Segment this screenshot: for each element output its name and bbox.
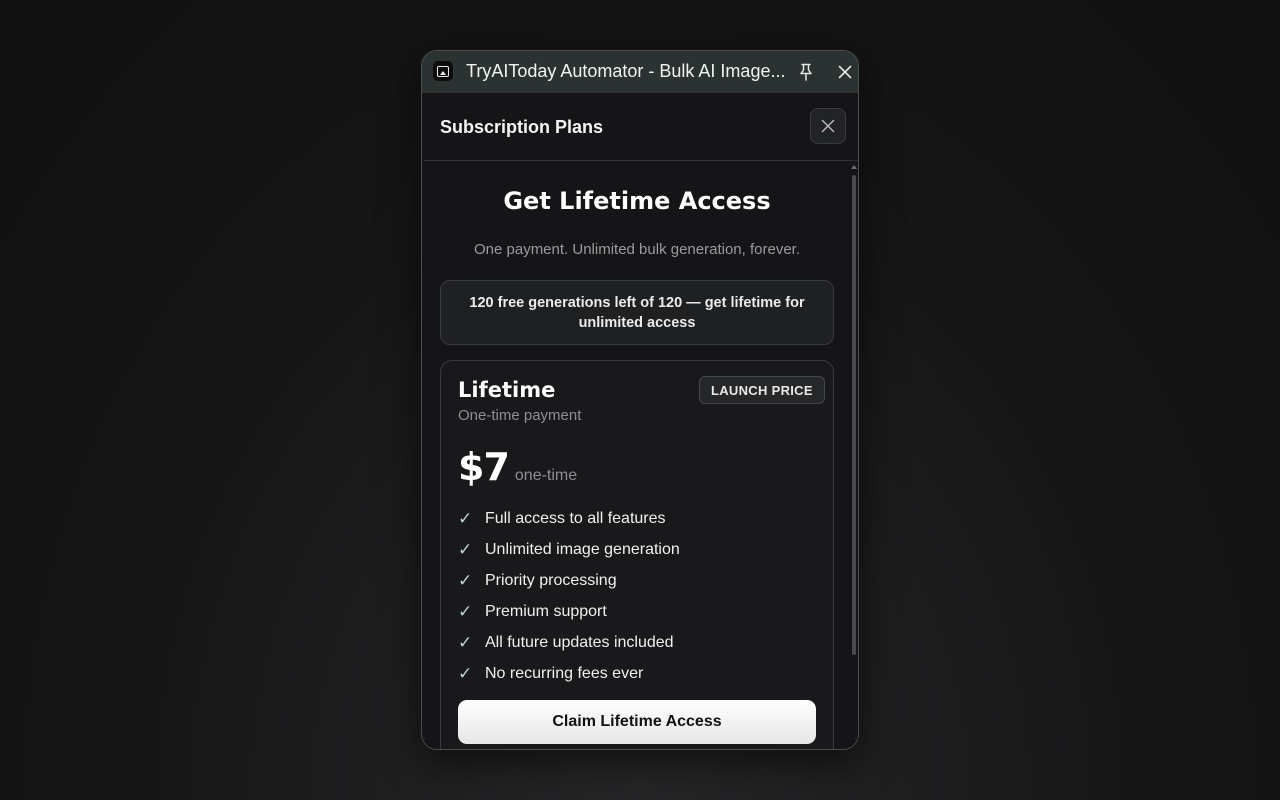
hero-title: Get Lifetime Access: [503, 187, 771, 215]
check-icon: ✓: [458, 663, 473, 684]
panel-title: Subscription Plans: [440, 117, 604, 137]
plan-description: One-time payment: [458, 407, 582, 424]
feature-text: Full access to all features: [485, 509, 666, 527]
claim-lifetime-button[interactable]: Claim Lifetime Access: [458, 700, 816, 744]
subscription-panel: Subscription Plans Get Lifetime Access O…: [424, 93, 858, 749]
feature-item: ✓ No recurring fees ever: [458, 658, 680, 689]
check-icon: ✓: [458, 508, 473, 529]
feature-item: ✓ Unlimited image generation: [458, 534, 680, 565]
feature-item: ✓ Full access to all features: [458, 503, 680, 534]
scrollbar[interactable]: [850, 165, 858, 749]
feature-text: Priority processing: [485, 571, 617, 589]
launch-price-badge: LAUNCH PRICE: [699, 376, 825, 404]
window-title: TryAIToday Automator - Bulk AI Image...: [466, 61, 786, 81]
close-icon: [838, 65, 852, 79]
free-generations-banner: 120 free generations left of 120 — get l…: [440, 280, 834, 345]
feature-text: Unlimited image generation: [485, 540, 680, 558]
price-row: $7 one-time: [458, 445, 577, 489]
price-unit: one-time: [514, 467, 578, 484]
lifetime-plan-card: Lifetime One-time payment LAUNCH PRICE $…: [440, 360, 834, 749]
plans-scroll-area[interactable]: Get Lifetime Access One payment. Unlimit…: [424, 161, 850, 749]
plan-price: $7: [458, 445, 510, 489]
panel-header: Subscription Plans: [424, 93, 858, 161]
check-icon: ✓: [458, 570, 473, 591]
feature-item: ✓ All future updates included: [458, 627, 680, 658]
scrollbar-thumb[interactable]: [852, 175, 856, 655]
scroll-up-arrow-icon[interactable]: [851, 165, 857, 169]
pin-icon: [800, 63, 812, 81]
close-icon: [821, 119, 835, 133]
feature-text: All future updates included: [485, 633, 674, 651]
feature-text: Premium support: [485, 602, 607, 620]
dialog-close-button[interactable]: [810, 108, 846, 144]
feature-text: No recurring fees ever: [485, 664, 644, 682]
check-icon: ✓: [458, 539, 473, 560]
check-icon: ✓: [458, 601, 473, 622]
plan-name: Lifetime: [458, 378, 556, 402]
window-close-button[interactable]: [832, 59, 858, 85]
feature-item: ✓ Priority processing: [458, 565, 680, 596]
feature-list: ✓ Full access to all features ✓ Unlimited …: [458, 503, 680, 689]
extension-window: TryAIToday Automator - Bulk AI Image... …: [421, 50, 859, 750]
feature-item: ✓ Premium support: [458, 596, 680, 627]
window-titlebar: TryAIToday Automator - Bulk AI Image...: [422, 51, 858, 93]
free-generations-text: 120 free generations left of 120 — get l…: [469, 294, 805, 331]
check-icon: ✓: [458, 632, 473, 653]
pin-button[interactable]: [793, 59, 819, 85]
hero-subtitle: One payment. Unlimited bulk generation, …: [473, 241, 800, 258]
app-image-icon: [433, 61, 453, 81]
